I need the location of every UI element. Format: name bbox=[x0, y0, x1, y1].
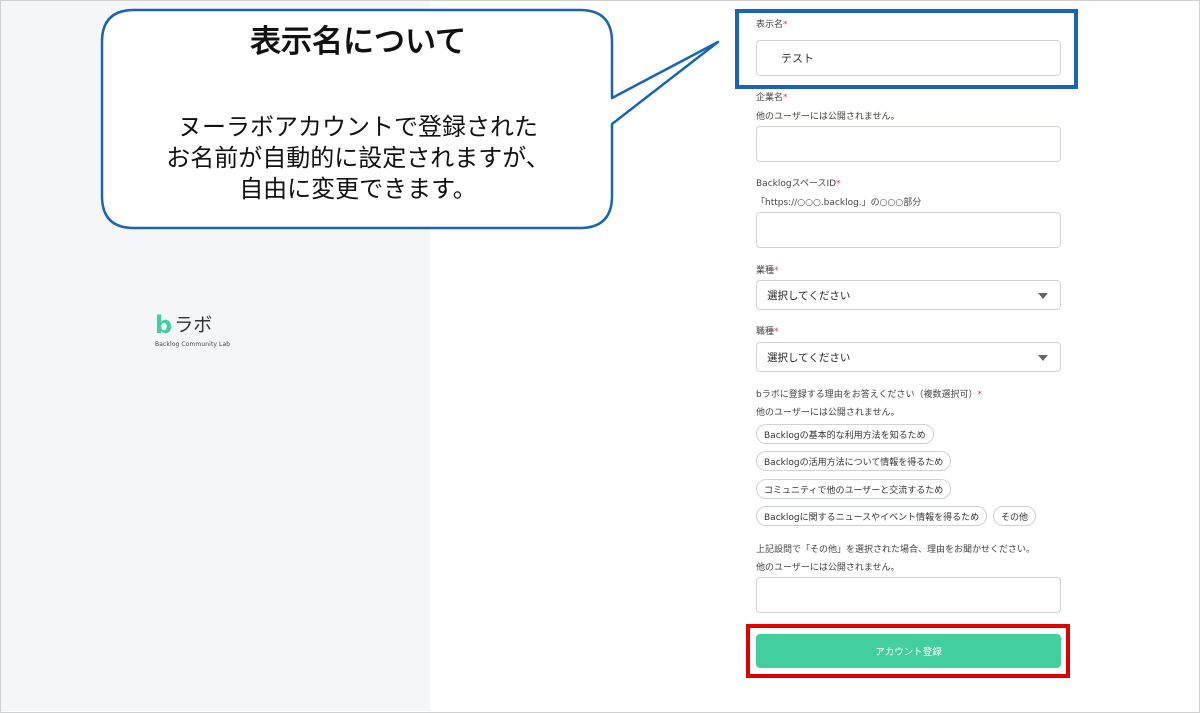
job-select[interactable]: 選択してください bbox=[756, 342, 1061, 372]
other-reason-input[interactable] bbox=[756, 577, 1061, 613]
reason-chip-basic-usage[interactable]: Backlogの基本的な利用方法を知るため bbox=[756, 424, 934, 444]
reason-chip-community[interactable]: コミュニティで他のユーザーと交流するため bbox=[756, 479, 952, 499]
display-name-highlight bbox=[735, 9, 1078, 89]
space-id-input[interactable] bbox=[756, 212, 1061, 248]
reason-chip-other[interactable]: その他 bbox=[993, 506, 1037, 526]
chevron-down-icon bbox=[1038, 355, 1048, 361]
required-mark: * bbox=[774, 266, 779, 276]
space-id-label: BacklogスペースID* bbox=[756, 179, 841, 189]
callout-line: 自由に変更できます。 bbox=[239, 175, 477, 203]
other-reason-label: 上記設問で「その他」を選択された場合、理由をお聞かせください。 bbox=[756, 545, 1036, 555]
chevron-down-icon bbox=[1038, 293, 1048, 299]
industry-label: 業種* bbox=[756, 266, 779, 276]
required-mark: * bbox=[977, 390, 982, 400]
reason-chip-news[interactable]: Backlogに関するニュースやイベント情報を得るため bbox=[756, 506, 988, 526]
reasons-hint: 他のユーザーには公開されません。 bbox=[756, 408, 900, 418]
industry-select[interactable]: 選択してください bbox=[756, 280, 1061, 310]
space-id-hint: 「https://○○○.backlog.」の○○○部分 bbox=[756, 198, 922, 208]
job-label: 職種* bbox=[756, 327, 779, 337]
callout-body: ヌーラボアカウントで登録された お名前が自動的に設定されますが、 自由に変更でき… bbox=[104, 112, 612, 205]
job-selected: 選択してください bbox=[767, 351, 851, 364]
reason-chip-tips[interactable]: Backlogの活用方法について情報を得るため bbox=[756, 451, 952, 471]
submit-highlight bbox=[746, 624, 1070, 678]
required-mark: * bbox=[783, 93, 788, 103]
industry-selected: 選択してください bbox=[767, 289, 851, 302]
company-input[interactable] bbox=[756, 126, 1061, 162]
callout-line: ヌーラボアカウントで登録された bbox=[178, 113, 538, 141]
company-label: 企業名* bbox=[756, 93, 788, 103]
other-reason-hint: 他のユーザーには公開されません。 bbox=[756, 563, 900, 573]
company-hint: 他のユーザーには公開されません。 bbox=[756, 112, 900, 122]
required-mark: * bbox=[774, 327, 779, 337]
reasons-label: bラボに登録する理由をお答えください（複数選択可）* bbox=[756, 390, 982, 400]
callout-title: 表示名について bbox=[249, 24, 467, 60]
callout-line: お名前が自動的に設定されますが、 bbox=[166, 144, 550, 172]
required-mark: * bbox=[836, 179, 841, 189]
